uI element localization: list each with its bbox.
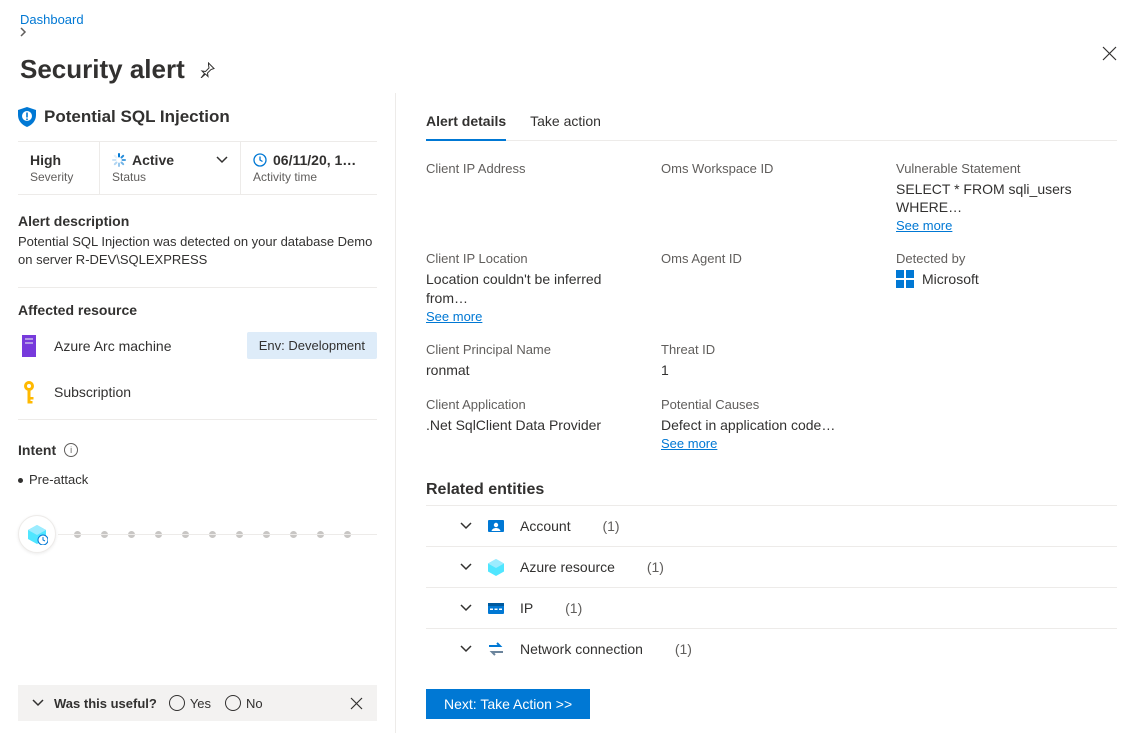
page-title: Security alert bbox=[20, 54, 185, 85]
intent-value: Pre-attack bbox=[18, 472, 377, 487]
detail-oms-workspace: Oms Workspace ID bbox=[661, 161, 882, 233]
detail-client-ip: Client IP Address bbox=[426, 161, 647, 233]
info-icon[interactable]: i bbox=[64, 443, 78, 457]
breadcrumb-dashboard[interactable]: Dashboard bbox=[20, 12, 84, 27]
resource-name: Azure Arc machine bbox=[54, 338, 172, 354]
alert-name: Potential SQL Injection bbox=[44, 107, 230, 127]
useful-yes[interactable]: Yes bbox=[169, 695, 211, 711]
intent-title: Intent bbox=[18, 442, 56, 458]
entity-row-network[interactable]: Network connection (1) bbox=[426, 628, 1117, 669]
breadcrumb: Dashboard bbox=[20, 12, 1117, 52]
section-title-affected: Affected resource bbox=[18, 302, 377, 318]
chevron-down-icon[interactable] bbox=[460, 563, 472, 571]
tab-alert-details[interactable]: Alert details bbox=[426, 107, 506, 141]
entity-row-azure-resource[interactable]: Azure resource (1) bbox=[426, 546, 1117, 587]
close-icon[interactable] bbox=[350, 697, 363, 710]
section-title-description: Alert description bbox=[18, 213, 377, 229]
resource-row-sub[interactable]: Subscription bbox=[18, 369, 377, 415]
detail-vulnerable-statement: Vulnerable Statement SELECT * FROM sqli_… bbox=[896, 161, 1117, 233]
shield-icon bbox=[18, 107, 36, 127]
detail-client-principal: Client Principal Name ronmat bbox=[426, 342, 647, 379]
resource-row-arc[interactable]: Azure Arc machine Env: Development bbox=[18, 322, 377, 369]
chevron-down-icon[interactable] bbox=[460, 522, 472, 530]
entity-row-account[interactable]: Account (1) bbox=[426, 505, 1117, 546]
env-tag: Env: Development bbox=[247, 332, 377, 359]
entity-row-ip[interactable]: IP (1) bbox=[426, 587, 1117, 628]
ip-icon bbox=[486, 598, 506, 618]
useful-bar: Was this useful? Yes No bbox=[18, 685, 377, 721]
chevron-down-icon[interactable] bbox=[216, 156, 228, 164]
stat-severity: High Severity bbox=[18, 142, 100, 194]
detail-potential-causes: Potential Causes Defect in application c… bbox=[661, 397, 882, 451]
see-more-link[interactable]: See more bbox=[896, 218, 952, 233]
useful-no[interactable]: No bbox=[225, 695, 263, 711]
detail-threat-id: Threat ID 1 bbox=[661, 342, 882, 379]
cube-icon bbox=[486, 557, 506, 577]
tab-take-action[interactable]: Take action bbox=[530, 107, 601, 140]
timeline-node[interactable] bbox=[18, 515, 56, 553]
see-more-link[interactable]: See more bbox=[426, 309, 482, 324]
chevron-down-icon[interactable] bbox=[32, 699, 44, 707]
see-more-link[interactable]: See more bbox=[661, 436, 717, 451]
spinner-icon bbox=[112, 153, 126, 167]
tabs: Alert details Take action bbox=[426, 107, 1117, 141]
alert-description-text: Potential SQL Injection was detected on … bbox=[18, 233, 377, 269]
server-icon bbox=[18, 333, 40, 359]
breadcrumb-sep bbox=[20, 27, 1117, 37]
chevron-down-icon[interactable] bbox=[460, 645, 472, 653]
detail-oms-agent: Oms Agent ID bbox=[661, 251, 882, 323]
chevron-down-icon[interactable] bbox=[460, 604, 472, 612]
network-icon bbox=[486, 639, 506, 659]
related-entities-title: Related entities bbox=[426, 481, 1117, 499]
detail-client-application: Client Application .Net SqlClient Data P… bbox=[426, 397, 647, 451]
stat-activity-time: 06/11/20, 1… Activity time bbox=[241, 142, 377, 194]
close-icon[interactable] bbox=[1102, 46, 1117, 61]
next-take-action-button[interactable]: Next: Take Action >> bbox=[426, 689, 590, 719]
stat-status[interactable]: Active Status bbox=[100, 142, 241, 194]
key-icon bbox=[18, 379, 40, 405]
account-icon bbox=[486, 516, 506, 536]
microsoft-icon bbox=[896, 270, 914, 288]
pin-icon[interactable] bbox=[199, 62, 215, 78]
detail-client-ip-location: Client IP Location Location couldn't be … bbox=[426, 251, 647, 323]
useful-question: Was this useful? bbox=[54, 696, 157, 711]
stat-row: High Severity Active Status bbox=[18, 141, 377, 195]
clock-icon bbox=[253, 153, 267, 167]
resource-name: Subscription bbox=[54, 384, 131, 400]
intent-timeline bbox=[18, 515, 377, 553]
detail-detected-by: Detected by Microsoft bbox=[896, 251, 1117, 323]
